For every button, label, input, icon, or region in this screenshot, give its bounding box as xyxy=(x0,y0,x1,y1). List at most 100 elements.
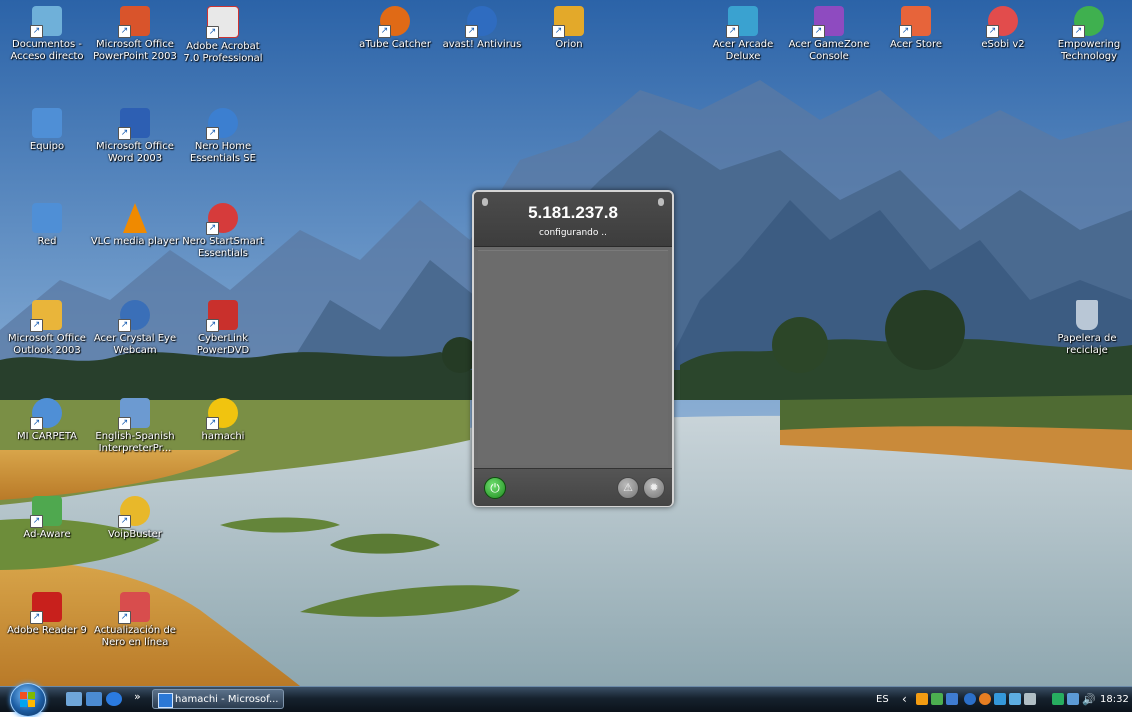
acer-arcade-icon: ↗ xyxy=(726,6,758,38)
desktop-icon-papelera[interactable]: Papelera de reciclaje xyxy=(1042,300,1132,357)
tray-app-icon[interactable] xyxy=(1052,693,1064,705)
hamachi-status: configurando .. xyxy=(539,228,607,238)
hamachi-network-list[interactable] xyxy=(478,250,668,465)
desktop-icon-crystal-eye[interactable]: ↗ Acer Crystal Eye Webcam xyxy=(90,300,180,357)
desktop-icon-vlc[interactable]: VLC media player xyxy=(90,203,180,248)
desktop-icon-gamezone[interactable]: ↗ Acer GameZone Console xyxy=(784,6,874,63)
translator-icon: ↗ xyxy=(118,398,150,430)
vlc-icon xyxy=(123,203,147,233)
hamachi-ip-address: 5.181.237.8 xyxy=(528,203,618,222)
tray-app-icon[interactable] xyxy=(946,693,958,705)
gamezone-icon: ↗ xyxy=(812,6,844,38)
desktop-icon-label: Microsoft Office PowerPoint 2003 xyxy=(93,39,177,62)
hamachi-tray-icon[interactable] xyxy=(916,693,928,705)
adobe-reader-icon: ↗ xyxy=(30,592,62,624)
hamachi-window[interactable]: 5.181.237.8 configurando .. ⏻ ⚠ ✹ xyxy=(472,190,674,507)
desktop-icon-label: eSobi v2 xyxy=(981,39,1025,50)
desktop-icon-nero-startsmart[interactable]: ↗ Nero StartSmart Essentials xyxy=(178,203,268,260)
avast-icon: ↗ xyxy=(465,6,497,38)
network-icon xyxy=(32,203,62,233)
power-icon: ⏻ xyxy=(490,481,500,495)
clock[interactable]: 18:32 xyxy=(1100,687,1129,712)
powerdvd-icon: ↗ xyxy=(206,300,238,332)
desktop-icon-acrobat[interactable]: ↗ Adobe Acrobat 7.0 Professional xyxy=(178,6,268,65)
desktop-icon-label: Empowering Technology xyxy=(1057,39,1121,62)
desktop-icon-label: Microsoft Office Outlook 2003 xyxy=(8,333,86,356)
desktop-icon-label: Nero StartSmart Essentials xyxy=(182,236,264,259)
tray-app-icon[interactable] xyxy=(979,693,991,705)
desktop-icon-orion[interactable]: ↗ Orion xyxy=(524,6,614,51)
webcam-icon: ↗ xyxy=(118,300,150,332)
desktop-icon-mi-carpeta[interactable]: ↗ MI CARPETA xyxy=(2,398,92,443)
tray-app-icon[interactable] xyxy=(1009,693,1021,705)
internet-explorer-icon[interactable] xyxy=(106,692,122,706)
desktop-icon-equipo[interactable]: Equipo xyxy=(2,108,92,153)
desktop-icon-label: VoipBuster xyxy=(108,529,162,540)
desktop-icon-empowering[interactable]: ↗ Empowering Technology xyxy=(1044,6,1132,63)
desktop-icon-label: Documentos - Acceso directo xyxy=(10,39,84,62)
empowering-icon: ↗ xyxy=(1072,6,1104,38)
desktop-icon-powerdvd[interactable]: ↗ CyberLink PowerDVD xyxy=(178,300,268,357)
desktop-icon-outlook[interactable]: ↗ Microsoft Office Outlook 2003 xyxy=(2,300,92,357)
volume-icon[interactable]: 🔊 xyxy=(1082,687,1096,712)
desktop-icon-voipbuster[interactable]: ↗ VoipBuster xyxy=(90,496,180,541)
quicklaunch-chevron[interactable]: » xyxy=(134,690,141,703)
hamachi-icon: ↗ xyxy=(206,398,238,430)
folder-shortcut-icon: ↗ xyxy=(30,6,62,38)
network-connection-icon[interactable] xyxy=(1067,693,1079,705)
taskbar: » hamachi - Microsof... ES ‹ 🔊 18:32 xyxy=(0,683,1132,717)
esobi-icon: ↗ xyxy=(986,6,1018,38)
taskbar-button-label: hamachi - Microsof... xyxy=(175,694,279,705)
desktop-icon-avast[interactable]: ↗ avast! Antivirus xyxy=(437,6,527,51)
desktop-icon-label: Adobe Reader 9 xyxy=(7,625,87,636)
tray-app-icon[interactable] xyxy=(994,693,1006,705)
desktop-icon-powerpoint[interactable]: ↗ Microsoft Office PowerPoint 2003 xyxy=(90,6,180,63)
tray-app-icon[interactable] xyxy=(964,693,976,705)
desktop-icon-english-spanish[interactable]: ↗ English-Spanish InterpreterPr... xyxy=(90,398,180,455)
desktop-icon-documentos[interactable]: ↗ Documentos - Acceso directo xyxy=(2,6,92,63)
desktop-icon-esobi[interactable]: ↗ eSobi v2 xyxy=(958,6,1048,51)
adaware-icon: ↗ xyxy=(30,496,62,528)
desktop-icon-label: MI CARPETA xyxy=(16,431,78,442)
outlook-icon: ↗ xyxy=(30,300,62,332)
windows-logo-icon xyxy=(20,692,36,708)
show-desktop-icon[interactable] xyxy=(66,692,82,706)
network-button[interactable]: ⚠ xyxy=(617,477,639,499)
desktop-icon-adobe-reader[interactable]: ↗ Adobe Reader 9 xyxy=(2,592,92,637)
desktop-icon-label: VLC media player xyxy=(90,236,180,247)
desktop-icon-nero-update[interactable]: ↗ Actualización de Nero en línea xyxy=(90,592,180,649)
word-document-icon xyxy=(158,693,173,708)
recycle-bin-icon xyxy=(1076,300,1098,330)
desktop-icon-label: Microsoft Office Word 2003 xyxy=(96,141,174,164)
desktop-icon-label: Ad-Aware xyxy=(23,529,71,540)
word-icon: ↗ xyxy=(118,108,150,140)
network-status-icon[interactable] xyxy=(931,693,943,705)
desktop-icon-nero-home[interactable]: ↗ Nero Home Essentials SE xyxy=(178,108,268,165)
desktop-icon-label: Nero Home Essentials SE xyxy=(190,141,256,164)
power-button[interactable]: ⏻ xyxy=(484,477,506,499)
acer-store-icon: ↗ xyxy=(899,6,931,38)
desktop-icon-word[interactable]: ↗ Microsoft Office Word 2003 xyxy=(90,108,180,165)
tray-app-icon[interactable] xyxy=(1024,693,1036,705)
desktop-icon-label: Acer Store xyxy=(889,39,943,50)
language-indicator[interactable]: ES xyxy=(876,687,889,712)
desktop-icon-label: Equipo xyxy=(29,141,65,152)
desktop-icon-ad-aware[interactable]: ↗ Ad-Aware xyxy=(2,496,92,541)
desktop-icon-atube[interactable]: ↗ aTube Catcher xyxy=(350,6,440,51)
settings-button[interactable]: ✹ xyxy=(643,477,665,499)
atube-icon: ↗ xyxy=(378,6,410,38)
desktop-icon-hamachi[interactable]: ↗ hamachi xyxy=(178,398,268,443)
desktop-icon-acer-arcade[interactable]: ↗ Acer Arcade Deluxe xyxy=(698,6,788,63)
desktop-icon-label: avast! Antivirus xyxy=(442,39,522,50)
desktop-icon-acer-store[interactable]: ↗ Acer Store xyxy=(871,6,961,51)
desktop-icon-label: Acer Crystal Eye Webcam xyxy=(93,333,177,356)
computer-icon xyxy=(32,108,62,138)
desktop-icon-label: Papelera de reciclaje xyxy=(1057,333,1117,356)
desktop-icon-red[interactable]: Red xyxy=(2,203,92,248)
folder-shortcut-icon: ↗ xyxy=(30,398,62,430)
start-button[interactable] xyxy=(10,683,46,717)
switch-windows-icon[interactable] xyxy=(86,692,102,706)
taskbar-button-hamachi[interactable]: hamachi - Microsof... xyxy=(152,689,284,709)
tray-expand-chevron[interactable]: ‹ xyxy=(902,687,907,712)
hamachi-footer: ⏻ ⚠ ✹ xyxy=(474,468,672,506)
